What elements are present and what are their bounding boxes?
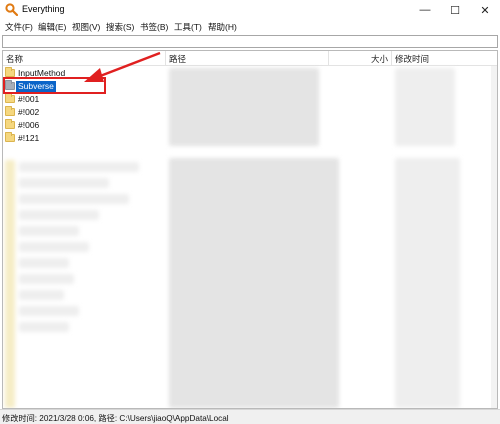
menu-bar: 文件(F) 编辑(E) 视图(V) 搜索(S) 书签(B) 工具(T) 帮助(H… bbox=[0, 20, 500, 35]
status-bar: 修改时间: 2021/3/28 0:06, 路径: C:\Users\jiaoQ… bbox=[0, 409, 500, 424]
maximize-icon: ☐ bbox=[450, 4, 460, 17]
menu-search[interactable]: 搜索(S) bbox=[106, 21, 134, 34]
status-text: 修改时间: 2021/3/28 0:06, 路径: C:\Users\jiaoQ… bbox=[2, 414, 229, 423]
results-list[interactable]: 名称 路径 大小 修改时间 InputMethod Subverse #!001… bbox=[2, 50, 498, 409]
menu-bookmarks[interactable]: 书签(B) bbox=[140, 21, 168, 34]
column-modified-header[interactable]: 修改时间 bbox=[395, 53, 429, 65]
menu-edit[interactable]: 编辑(E) bbox=[38, 21, 66, 34]
column-path-header[interactable]: 路径 bbox=[169, 53, 186, 65]
close-icon: ✕ bbox=[480, 4, 490, 17]
menu-tools[interactable]: 工具(T) bbox=[174, 21, 202, 34]
minimize-icon: — bbox=[419, 4, 431, 16]
minimize-button[interactable]: — bbox=[410, 0, 440, 20]
window-title: Everything bbox=[22, 4, 65, 14]
column-headers: 名称 路径 大小 修改时间 bbox=[3, 51, 497, 66]
vertical-scrollbar[interactable] bbox=[491, 66, 497, 408]
search-box[interactable] bbox=[2, 35, 498, 48]
menu-file[interactable]: 文件(F) bbox=[5, 21, 33, 34]
column-divider[interactable] bbox=[328, 51, 329, 66]
column-size-header[interactable]: 大小 bbox=[371, 53, 388, 65]
title-bar: Everything — ☐ ✕ bbox=[0, 0, 500, 20]
blurred-content bbox=[3, 66, 497, 408]
maximize-button[interactable]: ☐ bbox=[440, 0, 470, 20]
column-divider[interactable] bbox=[391, 51, 392, 66]
annotation-highlight-box bbox=[3, 77, 106, 94]
close-button[interactable]: ✕ bbox=[470, 0, 500, 20]
column-divider[interactable] bbox=[165, 51, 166, 66]
search-input[interactable] bbox=[3, 36, 497, 47]
menu-help[interactable]: 帮助(H) bbox=[208, 21, 237, 34]
menu-view[interactable]: 视图(V) bbox=[72, 21, 100, 34]
everything-app-icon bbox=[5, 3, 18, 16]
column-name-header[interactable]: 名称 bbox=[6, 53, 23, 65]
